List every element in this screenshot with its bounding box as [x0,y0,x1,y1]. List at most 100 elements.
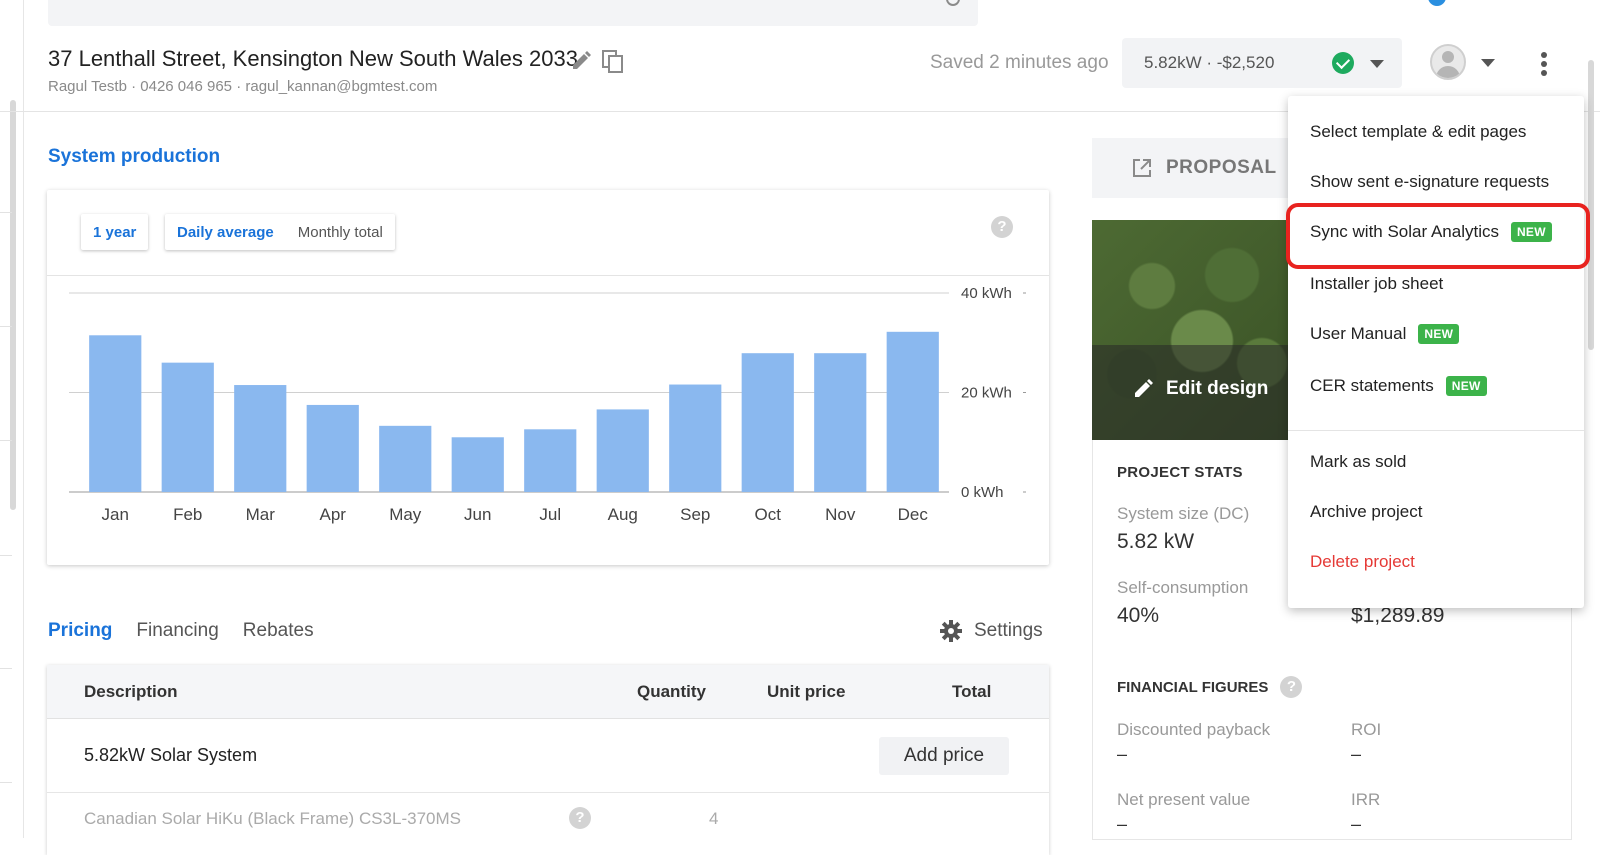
column-total: Total [952,682,992,701]
table-header: Description Quantity Unit price Total [47,665,1049,719]
toggle-monthly-total[interactable]: Monthly total [286,224,395,241]
y-tick-label: 20 kWh [961,385,1012,402]
row-description: 5.82kW Solar System [84,745,258,765]
table-row: Canadian Solar HiKu (Black Frame) CS3L-3… [47,793,1049,853]
tab-pricing[interactable]: Pricing [48,620,112,642]
pricing-table: Description Quantity Unit price Total 5.… [47,665,1049,855]
column-unit-price: Unit price [767,682,846,701]
project-actions-menu: Select template & edit pages Show sent e… [1288,96,1584,608]
copy-icon[interactable] [602,50,624,74]
pencil-icon[interactable] [570,50,592,72]
toggle-daily-average[interactable]: Daily average [165,224,286,241]
menu-divider [1288,430,1584,431]
x-tick-label: Jul [539,505,561,524]
help-icon[interactable]: ? [991,216,1013,238]
bar-jul[interactable] [524,429,577,492]
proposal-button[interactable]: PROPOSAL [1092,138,1292,198]
bar-jun[interactable] [451,437,504,492]
x-tick-label: Oct [755,505,782,524]
column-quantity: Quantity [637,682,706,701]
table-row: 5.82kW Solar System Add price [47,719,1049,793]
system-size-value: 5.82 kW [1117,530,1195,553]
new-badge: NEW [1445,376,1487,396]
tab-financing[interactable]: Financing [136,620,218,642]
bar-dec[interactable] [886,331,939,492]
bar-oct[interactable] [741,353,794,492]
project-stats-title: PROJECT STATS [1117,464,1243,481]
menu-item-label: Mark as sold [1310,452,1407,471]
menu-item-user-manual[interactable]: User Manual NEW [1310,324,1460,344]
irr-label: IRR [1351,790,1381,809]
divider [0,440,12,441]
roi-label: ROI [1351,720,1382,739]
right-scrollbar[interactable] [1588,60,1594,350]
menu-item-delete-project[interactable]: Delete project [1310,552,1415,572]
divider [0,212,12,213]
x-tick-label: Dec [898,505,929,524]
npv-value: – [1117,814,1128,834]
menu-item-show-e-signature[interactable]: Show sent e-signature requests [1310,172,1549,192]
period-button[interactable]: 1 year [81,214,149,250]
production-chart-card: 1 year Daily average Monthly total ? 40 … [47,190,1049,565]
x-tick-label: May [389,505,422,524]
search-bar[interactable] [48,0,978,26]
menu-item-cer-statements[interactable]: CER statements NEW [1310,376,1487,396]
kebab-icon[interactable] [1540,52,1548,76]
highlight-annotation [1286,203,1590,269]
system-summary-text: 5.82kW · -$2,520 [1144,53,1275,72]
x-tick-label: Nov [825,505,856,524]
x-tick-label: Jan [102,505,129,524]
left-scrollbar[interactable] [10,100,16,510]
x-tick-label: Sep [680,505,710,524]
bar-nov[interactable] [814,353,867,492]
menu-item-label: Show sent e-signature requests [1310,172,1550,191]
bar-feb[interactable] [161,362,214,492]
add-price-button[interactable]: Add price [879,737,1009,775]
menu-item-label: User Manual [1310,324,1407,343]
discounted-payback-label: Discounted payback [1117,720,1271,739]
external-link-icon [1132,158,1152,178]
chart-mode-toggle: Daily average Monthly total [165,214,395,250]
edit-icon [1135,379,1153,397]
tab-rebates[interactable]: Rebates [243,620,314,642]
bar-may[interactable] [379,425,432,492]
check-icon [1332,52,1354,74]
menu-item-select-template[interactable]: Select template & edit pages [1310,122,1526,142]
row-quantity: 4 [709,809,719,828]
divider [0,668,12,669]
bar-sep[interactable] [669,384,722,492]
menu-item-mark-as-sold[interactable]: Mark as sold [1310,452,1406,472]
y-tick-label: 0 kWh [961,484,1004,501]
settings-button[interactable]: Settings [940,620,1043,642]
avatar-icon[interactable] [1430,44,1466,80]
bar-aug[interactable] [596,409,649,492]
chart-toolbar: 1 year Daily average Monthly total ? [47,190,1049,276]
financial-figures-title: FINANCIAL FIGURES ? [1117,676,1303,698]
help-icon[interactable]: ? [569,807,591,829]
bar-apr[interactable] [306,404,359,492]
self-consumption-label: Self-consumption [1117,578,1249,597]
gear-icon [940,620,962,642]
roi-value: – [1351,744,1362,764]
menu-item-label: Delete project [1310,552,1415,571]
left-edge-panel [0,0,24,838]
address-actions [570,50,624,74]
saved-status: Saved 2 minutes ago [930,52,1109,73]
system-summary-dropdown[interactable]: 5.82kW · -$2,520 [1122,38,1402,88]
menu-item-installer-job-sheet[interactable]: Installer job sheet [1310,274,1443,294]
edit-design-button[interactable]: Edit design [1132,378,1268,400]
bar-mar[interactable] [234,385,287,492]
design-thumbnail[interactable]: Edit design [1092,220,1292,440]
system-size-label: System size (DC) [1117,504,1250,523]
bar-jan[interactable] [89,335,142,492]
help-icon[interactable]: ? [1280,676,1303,698]
project-address: 37 Lenthall Street, Kensington New South… [48,46,578,71]
search-icon [946,0,960,6]
financial-figures-label: FINANCIAL FIGURES [1117,678,1269,696]
caret-down-icon[interactable] [1481,59,1495,67]
x-tick-label: Jun [464,505,491,524]
production-bar-chart: 40 kWh 20 kWh 0 kWh Jan Feb Mar Apr May Jun Jul Au… [69,285,1026,524]
x-tick-label: Aug [608,505,638,524]
pricing-tabs: Pricing Financing Rebates [48,620,314,642]
menu-item-archive-project[interactable]: Archive project [1310,502,1422,522]
